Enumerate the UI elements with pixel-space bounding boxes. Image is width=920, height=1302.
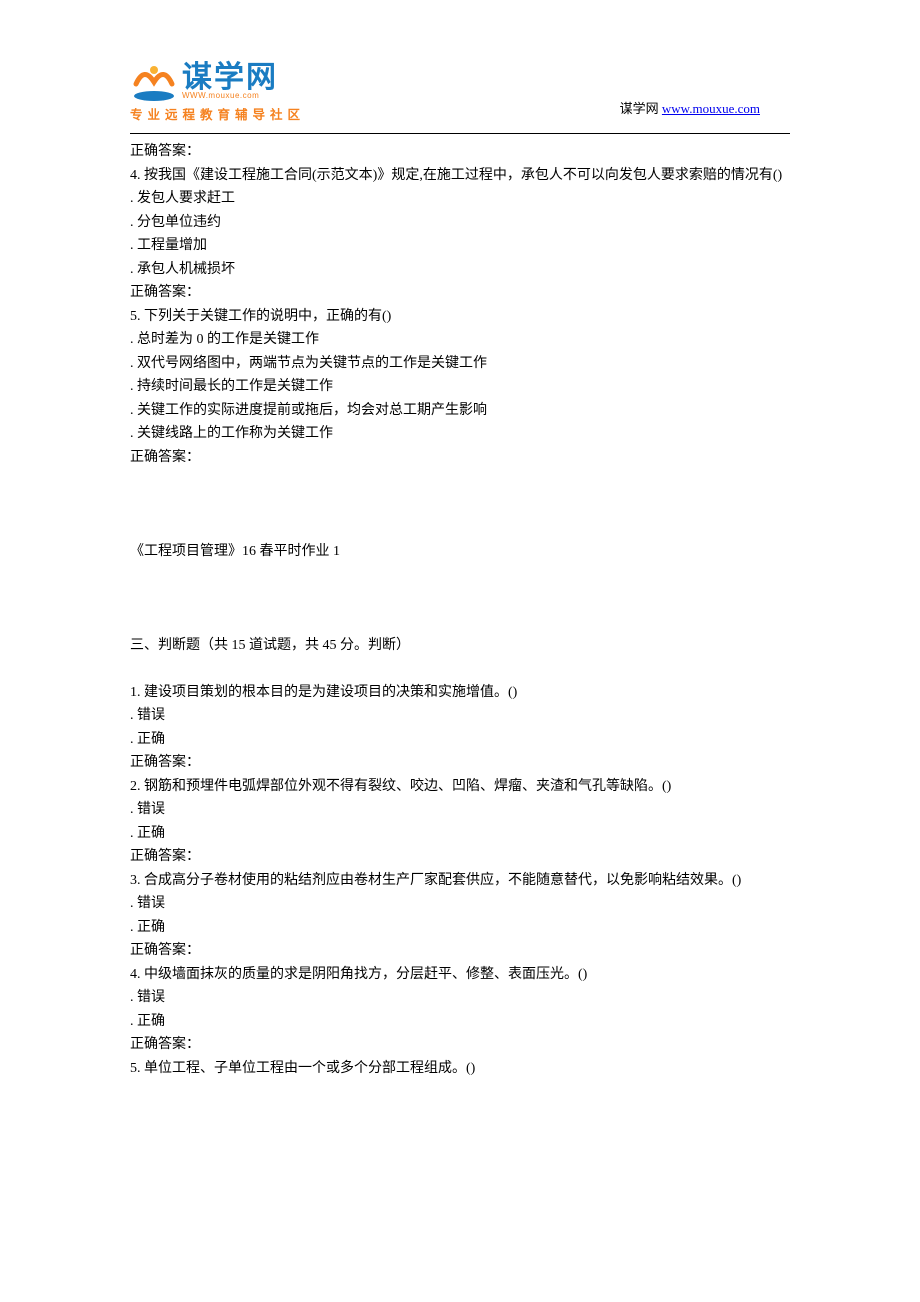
- text-line: 5. 下列关于关键工作的说明中，正确的有(): [130, 305, 790, 329]
- text-line: . 错误: [130, 704, 790, 728]
- text-line: 正确答案：: [130, 939, 790, 963]
- text-line: . 错误: [130, 892, 790, 916]
- text-line: 正确答案：: [130, 140, 790, 164]
- text-line: 正确答案：: [130, 281, 790, 305]
- text-line: 三、判断题（共 15 道试题，共 45 分。判断）: [130, 634, 790, 658]
- text-line: . 承包人机械损坏: [130, 258, 790, 282]
- text-line: [130, 587, 790, 611]
- text-line: [130, 610, 790, 634]
- logo-text-block: 谋学网 WWW.mouxue.com: [182, 63, 278, 100]
- text-line: . 错误: [130, 986, 790, 1010]
- text-line: 正确答案：: [130, 1033, 790, 1057]
- text-line: . 关键工作的实际进度提前或拖后，均会对总工期产生影响: [130, 399, 790, 423]
- text-line: 正确答案：: [130, 751, 790, 775]
- text-line: 5. 单位工程、子单位工程由一个或多个分部工程组成。(): [130, 1057, 790, 1081]
- text-line: . 双代号网络图中，两端节点为关键节点的工作是关键工作: [130, 352, 790, 376]
- text-line: . 正确: [130, 916, 790, 940]
- text-line: [130, 563, 790, 587]
- page-header: 谋学网 WWW.mouxue.com 专业远程教育辅导社区 谋学网 www.mo…: [130, 60, 790, 123]
- text-line: 3. 合成高分子卷材使用的粘结剂应由卷材生产厂家配套供应，不能随意替代，以免影响…: [130, 869, 790, 893]
- page: 谋学网 WWW.mouxue.com 专业远程教育辅导社区 谋学网 www.mo…: [0, 0, 920, 1140]
- text-line: . 工程量增加: [130, 234, 790, 258]
- logo-icon: [130, 60, 178, 102]
- logo-row: 谋学网 WWW.mouxue.com: [130, 60, 305, 102]
- text-line: 4. 中级墙面抹灰的质量的求是阴阳角找方，分层赶平、修整、表面压光。(): [130, 963, 790, 987]
- text-line: [130, 657, 790, 681]
- text-line: 《工程项目管理》16 春平时作业 1: [130, 540, 790, 564]
- document-body: 正确答案：4. 按我国《建设工程施工合同(示范文本)》规定,在施工过程中，承包人…: [130, 140, 790, 1080]
- text-line: . 持续时间最长的工作是关键工作: [130, 375, 790, 399]
- text-line: . 总时差为 0 的工作是关键工作: [130, 328, 790, 352]
- text-line: . 分包单位违约: [130, 211, 790, 235]
- logo-tagline: 专业远程教育辅导社区: [130, 104, 305, 123]
- text-line: . 关键线路上的工作称为关键工作: [130, 422, 790, 446]
- text-line: . 正确: [130, 1010, 790, 1034]
- text-line: . 发包人要求赶工: [130, 187, 790, 211]
- text-line: [130, 469, 790, 493]
- header-source-prefix: 谋学网: [620, 101, 662, 116]
- text-line: . 错误: [130, 798, 790, 822]
- header-source-link[interactable]: www.mouxue.com: [662, 101, 760, 116]
- text-line: . 正确: [130, 728, 790, 752]
- logo-title: 谋学网: [182, 63, 278, 93]
- header-source: 谋学网 www.mouxue.com: [620, 98, 790, 123]
- text-line: 4. 按我国《建设工程施工合同(示范文本)》规定,在施工过程中，承包人不可以向发…: [130, 164, 790, 188]
- text-line: . 正确: [130, 822, 790, 846]
- text-line: [130, 493, 790, 517]
- header-divider: [130, 133, 790, 134]
- text-line: [130, 516, 790, 540]
- logo-block: 谋学网 WWW.mouxue.com 专业远程教育辅导社区: [130, 60, 305, 123]
- text-line: 正确答案：: [130, 845, 790, 869]
- text-line: 2. 钢筋和预埋件电弧焊部位外观不得有裂纹、咬边、凹陷、焊瘤、夹渣和气孔等缺陷。…: [130, 775, 790, 799]
- text-line: 1. 建设项目策划的根本目的是为建设项目的决策和实施增值。(): [130, 681, 790, 705]
- text-line: 正确答案：: [130, 446, 790, 470]
